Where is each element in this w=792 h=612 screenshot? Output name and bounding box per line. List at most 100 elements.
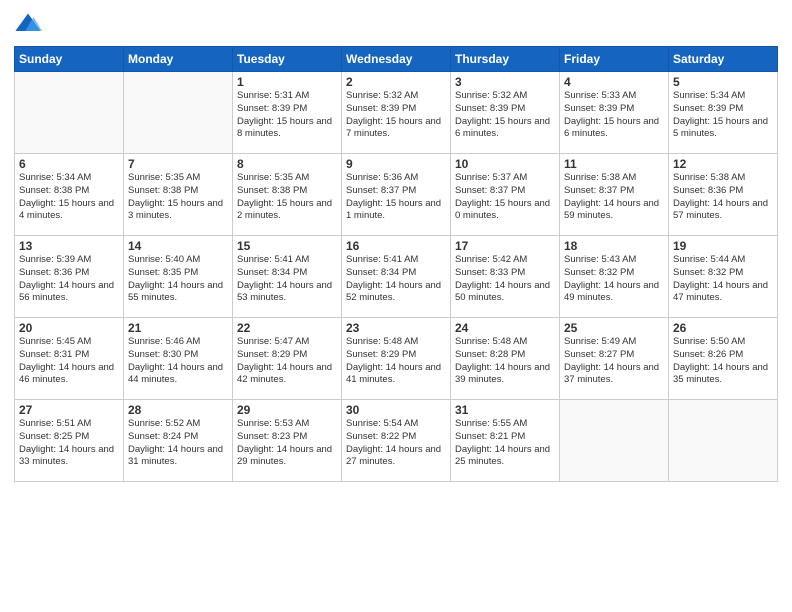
day-number: 24 — [455, 321, 555, 335]
day-number: 15 — [237, 239, 337, 253]
calendar-cell: 24Sunrise: 5:48 AM Sunset: 8:28 PM Dayli… — [451, 318, 560, 400]
day-number: 6 — [19, 157, 119, 171]
day-detail: Sunrise: 5:33 AM Sunset: 8:39 PM Dayligh… — [564, 90, 664, 141]
day-detail: Sunrise: 5:50 AM Sunset: 8:26 PM Dayligh… — [673, 336, 773, 387]
page: SundayMondayTuesdayWednesdayThursdayFrid… — [0, 0, 792, 612]
weekday-header-wednesday: Wednesday — [342, 47, 451, 72]
day-detail: Sunrise: 5:52 AM Sunset: 8:24 PM Dayligh… — [128, 418, 228, 469]
calendar-cell: 5Sunrise: 5:34 AM Sunset: 8:39 PM Daylig… — [669, 72, 778, 154]
day-number: 20 — [19, 321, 119, 335]
week-row-4: 20Sunrise: 5:45 AM Sunset: 8:31 PM Dayli… — [15, 318, 778, 400]
calendar-cell: 21Sunrise: 5:46 AM Sunset: 8:30 PM Dayli… — [124, 318, 233, 400]
calendar-cell: 15Sunrise: 5:41 AM Sunset: 8:34 PM Dayli… — [233, 236, 342, 318]
weekday-header-friday: Friday — [560, 47, 669, 72]
logo-icon — [14, 10, 42, 38]
day-detail: Sunrise: 5:53 AM Sunset: 8:23 PM Dayligh… — [237, 418, 337, 469]
day-detail: Sunrise: 5:48 AM Sunset: 8:28 PM Dayligh… — [455, 336, 555, 387]
calendar-cell: 2Sunrise: 5:32 AM Sunset: 8:39 PM Daylig… — [342, 72, 451, 154]
day-number: 26 — [673, 321, 773, 335]
day-number: 7 — [128, 157, 228, 171]
calendar-cell: 6Sunrise: 5:34 AM Sunset: 8:38 PM Daylig… — [15, 154, 124, 236]
calendar-cell: 7Sunrise: 5:35 AM Sunset: 8:38 PM Daylig… — [124, 154, 233, 236]
day-detail: Sunrise: 5:41 AM Sunset: 8:34 PM Dayligh… — [237, 254, 337, 305]
calendar-cell: 19Sunrise: 5:44 AM Sunset: 8:32 PM Dayli… — [669, 236, 778, 318]
day-number: 29 — [237, 403, 337, 417]
calendar-cell — [124, 72, 233, 154]
weekday-header-row: SundayMondayTuesdayWednesdayThursdayFrid… — [15, 47, 778, 72]
day-number: 14 — [128, 239, 228, 253]
day-number: 13 — [19, 239, 119, 253]
day-number: 17 — [455, 239, 555, 253]
week-row-1: 1Sunrise: 5:31 AM Sunset: 8:39 PM Daylig… — [15, 72, 778, 154]
day-number: 11 — [564, 157, 664, 171]
calendar-table: SundayMondayTuesdayWednesdayThursdayFrid… — [14, 46, 778, 482]
calendar-cell: 31Sunrise: 5:55 AM Sunset: 8:21 PM Dayli… — [451, 400, 560, 482]
week-row-2: 6Sunrise: 5:34 AM Sunset: 8:38 PM Daylig… — [15, 154, 778, 236]
calendar-header: SundayMondayTuesdayWednesdayThursdayFrid… — [15, 47, 778, 72]
day-detail: Sunrise: 5:40 AM Sunset: 8:35 PM Dayligh… — [128, 254, 228, 305]
day-number: 22 — [237, 321, 337, 335]
weekday-header-monday: Monday — [124, 47, 233, 72]
day-number: 25 — [564, 321, 664, 335]
calendar-cell: 29Sunrise: 5:53 AM Sunset: 8:23 PM Dayli… — [233, 400, 342, 482]
day-number: 8 — [237, 157, 337, 171]
calendar-cell: 9Sunrise: 5:36 AM Sunset: 8:37 PM Daylig… — [342, 154, 451, 236]
calendar-cell: 3Sunrise: 5:32 AM Sunset: 8:39 PM Daylig… — [451, 72, 560, 154]
day-detail: Sunrise: 5:43 AM Sunset: 8:32 PM Dayligh… — [564, 254, 664, 305]
day-number: 4 — [564, 75, 664, 89]
calendar-cell — [560, 400, 669, 482]
day-detail: Sunrise: 5:32 AM Sunset: 8:39 PM Dayligh… — [346, 90, 446, 141]
day-detail: Sunrise: 5:42 AM Sunset: 8:33 PM Dayligh… — [455, 254, 555, 305]
weekday-header-sunday: Sunday — [15, 47, 124, 72]
day-number: 10 — [455, 157, 555, 171]
day-detail: Sunrise: 5:32 AM Sunset: 8:39 PM Dayligh… — [455, 90, 555, 141]
day-number: 31 — [455, 403, 555, 417]
calendar-cell: 25Sunrise: 5:49 AM Sunset: 8:27 PM Dayli… — [560, 318, 669, 400]
calendar-cell: 16Sunrise: 5:41 AM Sunset: 8:34 PM Dayli… — [342, 236, 451, 318]
calendar-cell: 1Sunrise: 5:31 AM Sunset: 8:39 PM Daylig… — [233, 72, 342, 154]
day-detail: Sunrise: 5:55 AM Sunset: 8:21 PM Dayligh… — [455, 418, 555, 469]
day-number: 19 — [673, 239, 773, 253]
calendar-cell: 27Sunrise: 5:51 AM Sunset: 8:25 PM Dayli… — [15, 400, 124, 482]
header — [14, 10, 778, 38]
calendar-cell: 28Sunrise: 5:52 AM Sunset: 8:24 PM Dayli… — [124, 400, 233, 482]
calendar-cell: 20Sunrise: 5:45 AM Sunset: 8:31 PM Dayli… — [15, 318, 124, 400]
weekday-header-thursday: Thursday — [451, 47, 560, 72]
calendar-cell — [669, 400, 778, 482]
day-detail: Sunrise: 5:35 AM Sunset: 8:38 PM Dayligh… — [237, 172, 337, 223]
day-detail: Sunrise: 5:34 AM Sunset: 8:38 PM Dayligh… — [19, 172, 119, 223]
day-number: 21 — [128, 321, 228, 335]
day-number: 16 — [346, 239, 446, 253]
day-detail: Sunrise: 5:31 AM Sunset: 8:39 PM Dayligh… — [237, 90, 337, 141]
calendar-cell: 17Sunrise: 5:42 AM Sunset: 8:33 PM Dayli… — [451, 236, 560, 318]
calendar-cell: 14Sunrise: 5:40 AM Sunset: 8:35 PM Dayli… — [124, 236, 233, 318]
day-number: 23 — [346, 321, 446, 335]
calendar-cell: 18Sunrise: 5:43 AM Sunset: 8:32 PM Dayli… — [560, 236, 669, 318]
day-detail: Sunrise: 5:48 AM Sunset: 8:29 PM Dayligh… — [346, 336, 446, 387]
day-detail: Sunrise: 5:36 AM Sunset: 8:37 PM Dayligh… — [346, 172, 446, 223]
calendar-cell: 22Sunrise: 5:47 AM Sunset: 8:29 PM Dayli… — [233, 318, 342, 400]
calendar-cell: 26Sunrise: 5:50 AM Sunset: 8:26 PM Dayli… — [669, 318, 778, 400]
day-number: 30 — [346, 403, 446, 417]
day-number: 28 — [128, 403, 228, 417]
day-detail: Sunrise: 5:38 AM Sunset: 8:37 PM Dayligh… — [564, 172, 664, 223]
calendar-cell: 4Sunrise: 5:33 AM Sunset: 8:39 PM Daylig… — [560, 72, 669, 154]
day-detail: Sunrise: 5:54 AM Sunset: 8:22 PM Dayligh… — [346, 418, 446, 469]
calendar-cell: 23Sunrise: 5:48 AM Sunset: 8:29 PM Dayli… — [342, 318, 451, 400]
calendar-cell: 10Sunrise: 5:37 AM Sunset: 8:37 PM Dayli… — [451, 154, 560, 236]
day-detail: Sunrise: 5:49 AM Sunset: 8:27 PM Dayligh… — [564, 336, 664, 387]
week-row-5: 27Sunrise: 5:51 AM Sunset: 8:25 PM Dayli… — [15, 400, 778, 482]
day-detail: Sunrise: 5:41 AM Sunset: 8:34 PM Dayligh… — [346, 254, 446, 305]
day-detail: Sunrise: 5:39 AM Sunset: 8:36 PM Dayligh… — [19, 254, 119, 305]
calendar-cell: 8Sunrise: 5:35 AM Sunset: 8:38 PM Daylig… — [233, 154, 342, 236]
day-detail: Sunrise: 5:38 AM Sunset: 8:36 PM Dayligh… — [673, 172, 773, 223]
day-number: 1 — [237, 75, 337, 89]
day-number: 27 — [19, 403, 119, 417]
day-detail: Sunrise: 5:44 AM Sunset: 8:32 PM Dayligh… — [673, 254, 773, 305]
day-detail: Sunrise: 5:35 AM Sunset: 8:38 PM Dayligh… — [128, 172, 228, 223]
day-detail: Sunrise: 5:46 AM Sunset: 8:30 PM Dayligh… — [128, 336, 228, 387]
calendar-cell: 13Sunrise: 5:39 AM Sunset: 8:36 PM Dayli… — [15, 236, 124, 318]
day-detail: Sunrise: 5:37 AM Sunset: 8:37 PM Dayligh… — [455, 172, 555, 223]
day-detail: Sunrise: 5:47 AM Sunset: 8:29 PM Dayligh… — [237, 336, 337, 387]
calendar-cell: 11Sunrise: 5:38 AM Sunset: 8:37 PM Dayli… — [560, 154, 669, 236]
